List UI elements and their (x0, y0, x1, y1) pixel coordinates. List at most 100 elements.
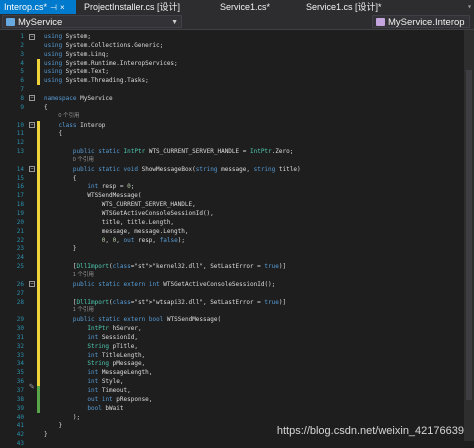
code-line: 2 using System.Collections.Generic; (0, 41, 464, 50)
line-number: 41 (16, 422, 24, 430)
code-text: using System; (44, 33, 91, 40)
fold-toggle-icon[interactable]: − (29, 95, 35, 102)
code-text: int TitleLength, (87, 351, 146, 359)
line-number: 13 (16, 148, 24, 156)
line-number: 17 (16, 192, 24, 200)
line-number: 29 (16, 316, 24, 324)
line-number: 5 (20, 68, 24, 76)
line-number: 9 (20, 103, 24, 111)
line-number: 25 (16, 263, 24, 271)
pin-icon[interactable]: ⊣ (50, 3, 57, 12)
tab-label: Service1.cs [设计]* (306, 2, 382, 12)
code-line: 28 [DllImport(class="st">"wtsapi32.dll",… (0, 298, 464, 307)
code-line: 5 using System.Text; (0, 67, 464, 76)
code-line: 3 using System.Linq; (0, 50, 464, 59)
code-line: 9{ (0, 103, 464, 112)
code-text: using System.Runtime.InteropServices; (44, 59, 178, 67)
code-line: 4 using System.Runtime.InteropServices; (0, 59, 464, 68)
line-number: 19 (16, 210, 24, 217)
code-text: out int pResponse, (87, 395, 153, 403)
code-line: 39 bool bWait (0, 404, 464, 413)
tab-label: ProjectInstaller.cs [设计] (84, 2, 181, 12)
code-text: message, message.Length, (44, 227, 189, 235)
fold-toggle-icon[interactable]: − (29, 281, 35, 288)
code-editor[interactable]: 1 using System; 2 using System.Collections.… (0, 30, 474, 447)
line-number: 6 (20, 77, 24, 85)
line-number: 3 (20, 50, 24, 58)
class-icon (376, 18, 385, 26)
codelens-references[interactable]: 0 个引用 (73, 156, 94, 165)
code-text: } (44, 245, 77, 253)
code-line: 24 (0, 253, 464, 262)
codelens-references[interactable]: 0 个引用 (58, 112, 79, 121)
quick-action-pencil-icon[interactable]: ✎ (29, 382, 34, 392)
vertical-scrollbar[interactable] (464, 30, 474, 441)
line-number: 36 (16, 378, 24, 386)
code-text: ); (44, 413, 81, 421)
class-name: MyService.Interop (388, 17, 465, 28)
code-line: 8 namespace MyService (0, 94, 464, 103)
code-line: 22 0, 0, out resp, false); (0, 236, 464, 245)
navigation-bar: MyService ▼ MyService.Interop (0, 14, 474, 30)
tab-interop-cs[interactable]: Interop.cs* ⊣ × (0, 0, 76, 14)
code-line: 16 int resp = 0; (0, 182, 464, 191)
change-indicator-bar (37, 58, 40, 86)
chevron-down-icon: ▼ (171, 19, 178, 26)
line-number: 42 (16, 431, 24, 439)
code-text: class Interop (58, 121, 106, 129)
code-line: 10 class Interop (0, 121, 464, 130)
code-text: using System.Collections.Generic; (44, 41, 164, 49)
code-line: 25 [DllImport(class="st">"kernel32.dll",… (0, 262, 464, 271)
code-text: public static void ShowMessageBox(string… (72, 165, 301, 173)
codelens-references[interactable]: 1 个引用 (73, 306, 94, 315)
code-line: 13 public static IntPtr WTS_CURRENT_SERV… (0, 147, 464, 156)
code-text: WTSGetActiveConsoleSessionId(), (44, 210, 214, 217)
code-text: { (44, 130, 63, 138)
code-text: } (44, 422, 63, 430)
line-number: 37 (16, 387, 24, 394)
fold-toggle-icon[interactable]: − (29, 122, 35, 128)
document-tab-strip: Interop.cs* ⊣ × ProjectInstaller.cs [设计] S… (0, 0, 474, 14)
line-number: 7 (20, 86, 24, 94)
line-number: 38 (16, 395, 24, 403)
csharp-project-icon (6, 18, 15, 26)
code-text: { (44, 103, 48, 111)
code-text: String pTitle, (87, 342, 138, 350)
line-number: 4 (20, 59, 24, 67)
line-number: 35 (16, 369, 24, 377)
code-line: 21 message, message.Length, (0, 227, 464, 236)
code-text: WTSSendMessage( (44, 192, 142, 200)
line-number: 2 (20, 41, 24, 49)
code-line: 33 int TitleLength, (0, 351, 464, 360)
code-text: IntPtr hServer, (87, 325, 142, 333)
code-text: int resp = 0; (87, 183, 135, 191)
tab-service1-cs[interactable]: Service1.cs* (216, 0, 298, 14)
codelens-row: 1 个引用 (0, 271, 464, 280)
tab-service1-design[interactable]: Service1.cs [设计]* (302, 0, 412, 14)
line-number: 20 (16, 218, 24, 226)
code-text: 0, 0, out resp, false); (101, 236, 185, 244)
close-icon[interactable]: × (60, 3, 65, 12)
line-number: 12 (16, 139, 24, 147)
code-line: 35 int MessageLength, (0, 368, 464, 377)
code-text: } (44, 431, 48, 439)
fold-toggle-icon[interactable]: − (29, 33, 35, 40)
scrollbar-thumb[interactable] (466, 70, 472, 400)
codelens-references[interactable]: 1 个引用 (73, 271, 94, 280)
line-number: 34 (16, 360, 24, 368)
code-text: using System.Threading.Tasks; (44, 77, 149, 85)
line-number: 30 (16, 325, 24, 333)
tab-overflow-icon[interactable]: ▾ (467, 0, 472, 14)
project-dropdown[interactable]: MyService ▼ (2, 15, 182, 28)
tab-projectinstaller-design[interactable]: ProjectInstaller.cs [设计] (80, 0, 216, 14)
code-line: 11 { (0, 129, 464, 138)
class-dropdown[interactable]: MyService.Interop (372, 15, 470, 28)
line-number: 16 (16, 183, 24, 191)
line-number: 15 (16, 174, 24, 182)
code-line: 19 WTSGetActiveConsoleSessionId(), (0, 209, 464, 218)
line-number: 8 (20, 94, 24, 102)
fold-toggle-icon[interactable]: − (29, 166, 35, 173)
code-text: int SessionId, (87, 333, 138, 341)
line-number: 10 (16, 121, 24, 129)
line-number: 43 (16, 440, 24, 448)
